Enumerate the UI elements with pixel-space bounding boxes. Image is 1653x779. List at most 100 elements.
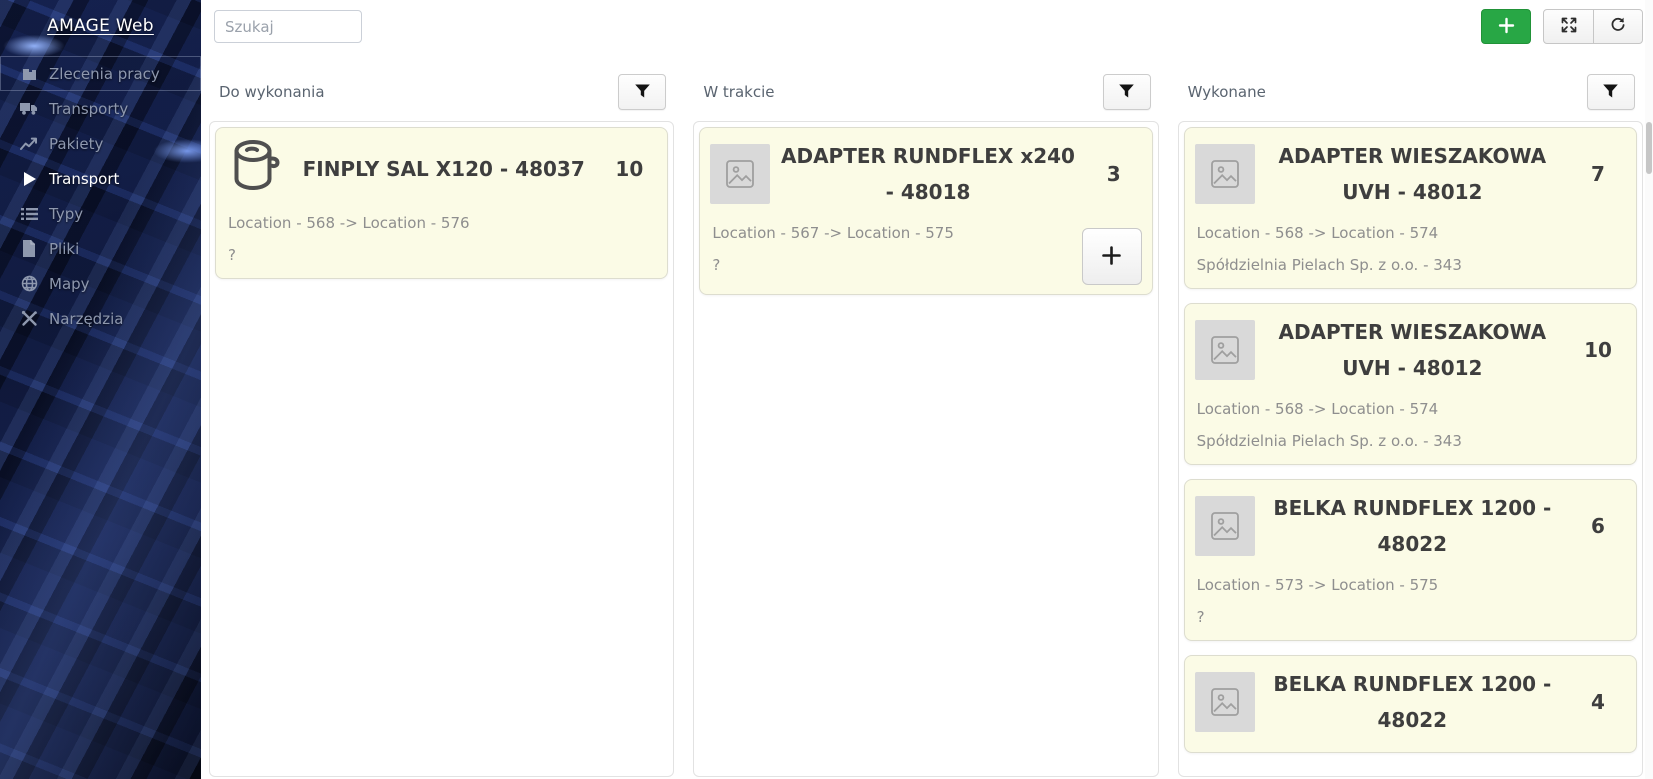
card-count-badge: 10	[1570, 338, 1626, 362]
plus-icon	[1100, 244, 1123, 270]
card-count-badge: 6	[1570, 514, 1626, 538]
filter-button[interactable]	[1587, 74, 1635, 110]
filter-funnel-icon	[1118, 83, 1135, 102]
card-header: FINPLY SAL X120 - 48037 10	[226, 138, 657, 200]
sidebar-item-label: Typy	[49, 205, 83, 223]
brand-area: AMAGE Web	[0, 0, 201, 36]
card-icon-slot	[226, 138, 286, 200]
sidebar-item-zlecenia-pracy[interactable]: Zlecenia pracy	[0, 56, 201, 91]
sidebar: AMAGE Web Zlecenia pracy Transporty Pakiet…	[0, 0, 201, 779]
column-title: Do wykonania	[219, 83, 325, 101]
card-title: ADAPTER RUNDFLEX x240 - 48018	[770, 138, 1085, 210]
filter-funnel-icon	[1602, 83, 1619, 102]
sidebar-item-label: Pliki	[49, 240, 79, 258]
truck-icon	[20, 100, 38, 118]
kanban-card[interactable]: FINPLY SAL X120 - 48037 10 Location - 56…	[215, 127, 668, 279]
fullscreen-button[interactable]	[1544, 10, 1593, 43]
sidebar-item-transporty[interactable]: Transporty	[0, 91, 201, 126]
card-location-text: Location - 568 -> Location - 576	[226, 214, 657, 232]
filter-funnel-icon	[634, 83, 651, 102]
chart-icon	[20, 135, 38, 153]
card-title: ADAPTER WIESZAKOWA UVH - 48012	[1255, 138, 1570, 210]
sidebar-nav: Zlecenia pracy Transporty Pakiety Transport…	[0, 56, 201, 336]
column-title: Wykonane	[1188, 83, 1266, 101]
sidebar-item-narzedzia[interactable]: Narzędzia	[0, 301, 201, 336]
add-button[interactable]	[1481, 9, 1531, 44]
card-extra-text: ?	[1195, 608, 1626, 626]
kanban-card[interactable]: BELKA RUNDFLEX 1200 - 48022 4	[1184, 655, 1637, 753]
column-body: ADAPTER WIESZAKOWA UVH - 48012 7 Locatio…	[1178, 121, 1643, 777]
search-input[interactable]	[214, 10, 362, 43]
app-title-link[interactable]: AMAGE Web	[47, 16, 154, 36]
kanban-card[interactable]: ADAPTER WIESZAKOWA UVH - 48012 7 Locatio…	[1184, 127, 1637, 289]
card-count-badge: 10	[601, 157, 657, 181]
refresh-button[interactable]	[1593, 10, 1642, 43]
tools-icon	[20, 310, 38, 328]
sidebar-item-label: Transport	[49, 170, 119, 188]
card-count-badge: 4	[1570, 690, 1626, 714]
refresh-icon	[1609, 16, 1627, 37]
sidebar-item-label: Mapy	[49, 275, 90, 293]
card-extra-text: Spółdzielnia Pielach Sp. z o.o. - 343	[1195, 432, 1626, 450]
file-icon	[20, 240, 38, 258]
card-extra-text: ?	[710, 256, 1141, 274]
card-icon-slot	[1195, 496, 1255, 556]
image-placeholder-icon	[1195, 144, 1255, 204]
view-button-group	[1543, 9, 1643, 44]
fullscreen-icon	[1560, 16, 1578, 37]
plus-icon	[1497, 16, 1516, 38]
scrollbar-thumb[interactable]	[1646, 122, 1652, 174]
page-scrollbar[interactable]	[1645, 0, 1653, 779]
sidebar-item-pakiety[interactable]: Pakiety	[0, 126, 201, 161]
image-placeholder-icon	[1195, 496, 1255, 556]
list-icon	[20, 205, 38, 223]
column-title: W trakcie	[703, 83, 774, 101]
card-title: BELKA RUNDFLEX 1200 - 48022	[1255, 666, 1570, 738]
card-header: ADAPTER WIESZAKOWA UVH - 48012 7	[1195, 138, 1626, 210]
main-content: Do wykonania FINPLY SAL X120 - 48037 10 …	[201, 0, 1653, 779]
play-icon	[20, 170, 38, 188]
sidebar-item-mapy[interactable]: Mapy	[0, 266, 201, 301]
card-icon-slot	[710, 144, 770, 204]
kanban-card[interactable]: ADAPTER WIESZAKOWA UVH - 48012 10 Locati…	[1184, 303, 1637, 465]
card-header: BELKA RUNDFLEX 1200 - 48022 4	[1195, 666, 1626, 738]
card-title: FINPLY SAL X120 - 48037	[286, 151, 601, 187]
topbar	[209, 0, 1643, 60]
card-location-text: Location - 568 -> Location - 574	[1195, 400, 1626, 418]
card-header: ADAPTER WIESZAKOWA UVH - 48012 10	[1195, 314, 1626, 386]
card-title: BELKA RUNDFLEX 1200 - 48022	[1255, 490, 1570, 562]
card-icon-slot	[1195, 320, 1255, 380]
column-header: Wykonane	[1178, 60, 1643, 121]
card-extra-text: ?	[226, 246, 657, 264]
card-icon-slot	[1195, 672, 1255, 732]
column-header: W trakcie	[693, 60, 1158, 121]
sidebar-item-label: Narzędzia	[49, 310, 123, 328]
card-extra-text: Spółdzielnia Pielach Sp. z o.o. - 343	[1195, 256, 1626, 274]
image-placeholder-icon	[710, 144, 770, 204]
card-title: ADAPTER WIESZAKOWA UVH - 48012	[1255, 314, 1570, 386]
toolbar-actions	[1481, 9, 1643, 44]
app-window: AMAGE Web Zlecenia pracy Transporty Pakiet…	[0, 0, 1653, 779]
sidebar-item-pliki[interactable]: Pliki	[0, 231, 201, 266]
card-location-text: Location - 573 -> Location - 575	[1195, 576, 1626, 594]
kanban-column: Do wykonania FINPLY SAL X120 - 48037 10 …	[209, 60, 674, 777]
kanban-card[interactable]: BELKA RUNDFLEX 1200 - 48022 6 Location -…	[1184, 479, 1637, 641]
image-placeholder-icon	[1195, 672, 1255, 732]
card-location-text: Location - 568 -> Location - 574	[1195, 224, 1626, 242]
card-icon-slot	[1195, 144, 1255, 204]
filter-button[interactable]	[618, 74, 666, 110]
filter-button[interactable]	[1103, 74, 1151, 110]
kanban-column: W trakcie ADAPTER RUNDFLEX x240 - 48018 …	[693, 60, 1158, 777]
kanban-card[interactable]: ADAPTER RUNDFLEX x240 - 48018 3 Location…	[699, 127, 1152, 295]
sidebar-item-typy[interactable]: Typy	[0, 196, 201, 231]
card-add-button[interactable]	[1082, 228, 1142, 285]
card-location-text: Location - 567 -> Location - 575	[710, 224, 1141, 242]
sidebar-item-label: Transporty	[49, 100, 128, 118]
card-header: BELKA RUNDFLEX 1200 - 48022 6	[1195, 490, 1626, 562]
building-icon	[20, 65, 38, 83]
image-placeholder-icon	[1195, 320, 1255, 380]
sidebar-item-transport[interactable]: Transport	[0, 161, 201, 196]
card-header: ADAPTER RUNDFLEX x240 - 48018 3	[710, 138, 1141, 210]
card-count-badge: 3	[1086, 162, 1142, 186]
kanban-board: Do wykonania FINPLY SAL X120 - 48037 10 …	[209, 60, 1643, 777]
